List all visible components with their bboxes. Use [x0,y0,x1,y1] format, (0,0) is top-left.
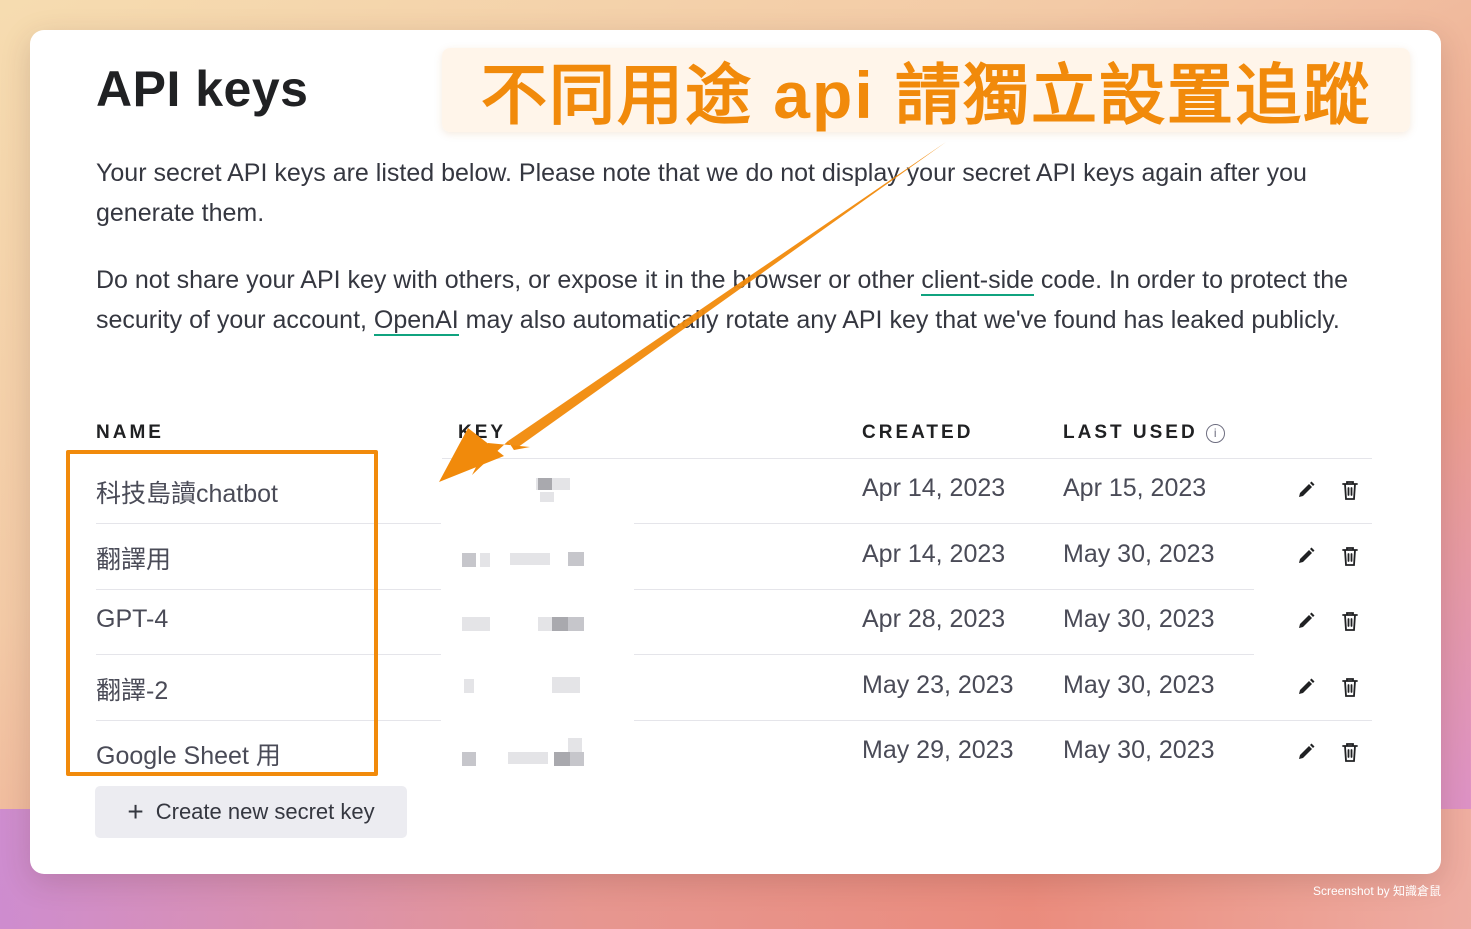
row-divider [634,720,1372,721]
description-paragraph-1: Your secret API keys are listed below. P… [96,159,1307,227]
key-value-redacted [458,474,638,504]
pencil-icon[interactable] [1292,542,1320,570]
key-value-redacted [458,736,638,766]
api-keys-card: API keys Your secret API keys are listed… [30,30,1441,874]
created-date: Apr 14, 2023 [862,540,1006,568]
key-value-redacted [458,671,638,701]
header-divider [442,458,1372,459]
create-new-secret-key-button[interactable]: + Create new secret key [95,786,407,838]
row-divider [634,654,1254,655]
column-header-created: CREATED [862,422,974,443]
pencil-icon[interactable] [1292,673,1320,701]
openai-link[interactable]: OpenAI [373,306,459,336]
column-header-last-used: LAST USED i [1063,422,1225,444]
last-used-label: LAST USED [1063,422,1198,443]
created-date: May 29, 2023 [862,736,1014,764]
screenshot-credit: Screenshot by 知識倉鼠 [1312,884,1441,898]
pencil-icon[interactable] [1292,738,1320,766]
created-date: May 23, 2023 [862,671,1014,699]
last-used-date: May 30, 2023 [1063,540,1215,568]
last-used-date: May 30, 2023 [1063,671,1215,699]
description-text: Do not share your API key with others, o… [96,266,922,294]
pencil-icon[interactable] [1292,607,1320,635]
trash-icon[interactable] [1336,738,1364,766]
created-date: Apr 14, 2023 [862,474,1006,502]
create-button-label: Create new secret key [155,799,375,824]
key-value-redacted [458,605,638,635]
last-used-date: May 30, 2023 [1063,736,1215,764]
page-title: API keys [96,61,309,117]
trash-icon[interactable] [1336,542,1364,570]
column-header-key: KEY [458,422,507,443]
trash-icon[interactable] [1336,607,1364,635]
row-divider [634,523,1372,524]
client-side-link[interactable]: client-side [921,266,1034,296]
row-divider [634,589,1254,590]
description-paragraph-2: Do not share your API key with others, o… [96,260,1376,340]
description-text: may also automatically rotate any API ke… [458,306,1340,334]
annotation-banner: 不同用途 api 請獨立設置追蹤 [442,48,1410,132]
column-header-name: NAME [96,422,164,443]
last-used-date: Apr 15, 2023 [1063,474,1207,502]
created-date: Apr 28, 2023 [862,605,1006,633]
info-icon[interactable]: i [1205,423,1225,443]
plus-icon: + [127,796,144,827]
name-column-highlight [66,450,378,776]
pencil-icon[interactable] [1292,476,1320,504]
trash-icon[interactable] [1336,476,1364,504]
last-used-date: May 30, 2023 [1063,605,1215,633]
trash-icon[interactable] [1336,673,1364,701]
key-value-redacted [458,540,638,570]
